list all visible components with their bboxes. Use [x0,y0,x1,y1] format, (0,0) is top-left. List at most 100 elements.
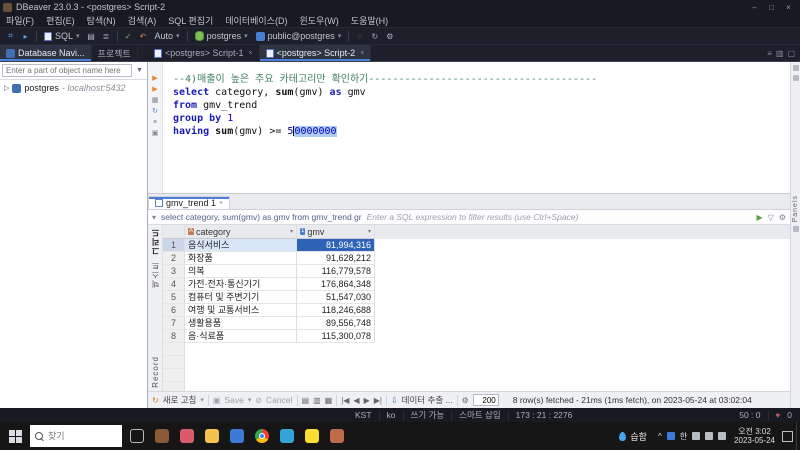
row-number[interactable]: 8 [163,330,185,343]
tray-expand-icon[interactable]: ^ [658,432,662,441]
code-line[interactable]: select category, sum(gmv) as gmv [173,86,790,99]
taskbar-search[interactable] [30,425,122,447]
cell-category[interactable]: 음·식료품 [185,330,297,343]
commit-mode-dropdown[interactable]: Auto ▾ [152,31,183,41]
filter-settings-icon[interactable]: ⚙ [779,213,786,222]
table-row[interactable]: 1 음식서비스 81,994,316 [163,239,790,252]
table-dropdown-icon[interactable]: ▾ [152,213,156,222]
speaker-icon[interactable] [692,432,701,440]
editor-menu-icon[interactable]: ≡ [153,119,157,127]
network-icon[interactable] [705,432,714,440]
first-page-icon[interactable]: |◀ [341,396,349,405]
close-tab-icon[interactable]: × [249,50,253,57]
code-line[interactable]: group by 1 [173,112,790,125]
cell-category[interactable]: 컴퓨터 및 주변기기 [185,291,297,304]
dbeaver-icon[interactable] [324,422,349,450]
cancel-button[interactable]: Cancel [266,395,292,405]
cell-category[interactable]: 생활용품 [185,317,297,330]
filter-dropdown-icon[interactable]: ▼ [134,67,145,74]
new-sql-editor-button[interactable]: SQL ▾ [41,31,83,41]
commit-icon[interactable]: ✓ [122,30,135,43]
menu-item[interactable]: 도움말(H) [345,14,394,27]
cell-gmv[interactable]: 81,994,316 [297,239,375,252]
add-row-icon[interactable]: ▤ [302,396,310,405]
chevron-down-icon[interactable]: ▾ [200,396,204,404]
close-icon[interactable]: × [780,3,797,12]
view-tab-text[interactable]: 텍스트 [150,261,161,288]
cell-gmv[interactable]: 91,628,212 [297,252,375,265]
menu-item[interactable]: 탐색(N) [81,14,122,27]
tab-script-2[interactable]: <postgres> Script-2 × [259,45,372,61]
maximize-icon[interactable]: □ [763,3,780,12]
sql-code[interactable]: --4)매출이 높은 주요 카테고리만 확인하기----------------… [163,62,790,193]
refresh-icon[interactable]: ↻ [368,30,381,43]
cell-gmv[interactable]: 115,300,078 [297,330,375,343]
menu-item[interactable]: 파일(F) [0,14,40,27]
prev-page-icon[interactable]: ◀ [353,396,359,405]
execute-script-icon[interactable]: ▶ [152,86,157,94]
column-filter-arrow-icon[interactable]: ▾ [368,226,371,238]
tab-script-1[interactable]: <postgres> Script-1 × [148,45,260,61]
code-line[interactable]: from gmv_trend [173,99,790,112]
menu-item[interactable]: 데이터베이스(D) [219,14,293,27]
open-script-icon[interactable]: ≣ [100,30,113,43]
row-number[interactable]: 7 [163,317,185,330]
filter-expression-input[interactable]: Enter a SQL expression to filter results… [367,212,752,222]
panels-vertical-tab[interactable]: Panels [792,195,799,222]
weather-widget[interactable]: 습함 [612,430,654,443]
editor-misc-icon[interactable]: ▣ [152,130,159,138]
tree-item-postgres[interactable]: ▷ postgres - localhost:5432 [4,83,143,93]
cell-category[interactable]: 여행 및 교통서비스 [185,304,297,317]
column-header-gmv[interactable]: 1 gmv ▾ [297,225,375,239]
outline-icon[interactable] [792,65,799,71]
row-number[interactable]: 3 [163,265,185,278]
tab-list-icon[interactable]: ≡ [767,49,772,58]
row-number[interactable]: 5 [163,291,185,304]
ms-store-icon[interactable] [224,422,249,450]
minimize-icon[interactable]: – [746,3,763,12]
widgets-photo-icon[interactable] [149,422,174,450]
column-filter-arrow-icon[interactable]: ▾ [290,226,293,238]
taskbar-clock[interactable]: 오전 3:02 2023-05-24 [730,427,779,445]
delete-row-icon[interactable]: ▦ [325,396,333,405]
export-button[interactable]: 데이터 추출 ... [402,394,453,406]
code-line[interactable]: having sum(gmv) >= 50000000 [173,125,790,138]
row-number-header[interactable] [163,225,185,239]
rollback-icon[interactable]: ↶ [137,30,150,43]
table-row[interactable]: 4 가전·전자·통신기기 176,864,348 [163,278,790,291]
show-desktop-button[interactable] [796,422,800,450]
expand-icon[interactable]: ▷ [4,84,9,92]
mail-app-icon[interactable] [174,422,199,450]
split-editor-icon[interactable]: ▥ [776,49,784,58]
connect-icon[interactable]: ▸ [19,30,32,43]
menu-item[interactable]: SQL 편집기 [162,14,219,27]
refresh-button[interactable]: 새로 고침 [163,394,197,406]
minimap-icon[interactable] [792,75,799,81]
table-row[interactable]: 7 생활용품 89,556,748 [163,317,790,330]
duplicate-row-icon[interactable]: ▥ [313,396,321,405]
cell-gmv[interactable]: 51,547,030 [297,291,375,304]
refresh-editor-icon[interactable]: ↻ [152,108,158,116]
view-tab-record[interactable]: Record [151,356,160,388]
table-row[interactable]: 6 여행 및 교통서비스 118,246,688 [163,304,790,317]
close-tab-icon[interactable]: × [360,50,364,57]
cell-category[interactable]: 의복 [185,265,297,278]
chrome-icon[interactable] [249,422,274,450]
export-icon[interactable]: ⇩ [391,396,398,405]
task-view-icon[interactable] [124,422,149,450]
last-page-icon[interactable]: ▶| [374,396,382,405]
view-tab-grid[interactable]: 그리드 [150,228,161,255]
search-icon[interactable]: ◌ [353,30,366,43]
object-search-input[interactable] [2,64,133,77]
menu-item[interactable]: 편집(E) [40,14,81,27]
settings-gear-icon[interactable]: ⚙ [383,30,396,43]
row-number[interactable]: 6 [163,304,185,317]
tab-database-navigator[interactable]: Database Navi... [0,45,92,61]
save-button[interactable]: Save [224,395,243,405]
cell-gmv[interactable]: 89,556,748 [297,317,375,330]
schema-selector[interactable]: public@postgres ▾ [253,31,345,41]
refresh-results-icon[interactable]: ↻ [152,396,159,405]
row-number[interactable]: 4 [163,278,185,291]
heart-icon[interactable]: ♥ [776,411,781,420]
column-header-category[interactable]: Acategory ▾ [185,225,297,239]
